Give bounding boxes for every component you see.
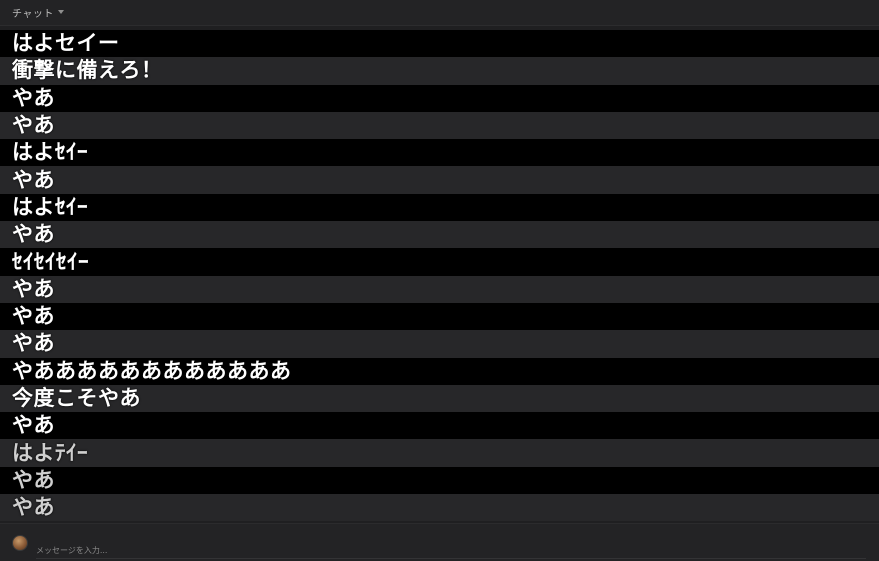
message-text: やあ xyxy=(12,222,55,247)
message-row: やあ xyxy=(0,302,879,331)
message-row: はよﾃｲｰ xyxy=(0,439,879,467)
message-row: はよｾｲｰ xyxy=(0,193,879,222)
message-row: はよセイー xyxy=(0,30,879,58)
message-row: やあ xyxy=(0,275,879,303)
chat-window: チャット はよセイー 衝撃に備えろ！ やあ やあ はよｾｲｰ やあ はよｾｲｰ … xyxy=(0,0,879,561)
message-row: やあ xyxy=(0,84,879,112)
message-text: やあ xyxy=(12,331,55,356)
message-list[interactable]: はよセイー 衝撃に備えろ！ やあ やあ はよｾｲｰ やあ はよｾｲｰ やあ ｾｲ… xyxy=(0,30,879,522)
message-row: やあ xyxy=(0,221,879,249)
message-row: ｾｲｾｲｾｲｰ xyxy=(0,248,879,276)
avatar[interactable] xyxy=(12,535,28,551)
chevron-down-icon xyxy=(57,10,64,14)
message-text: やあ xyxy=(12,413,55,438)
message-text: やあ xyxy=(12,495,55,520)
message-text: やああああああああああああ xyxy=(12,358,292,383)
message-row: やあ xyxy=(0,494,879,522)
message-text: やあ xyxy=(12,167,55,192)
chat-tab-dropdown[interactable]: チャット xyxy=(12,4,64,20)
message-text: 今度こそやあ xyxy=(12,386,141,410)
message-row: やあ xyxy=(0,111,879,140)
message-row: やあ xyxy=(0,412,879,440)
message-text: 衝撃に備えろ！ xyxy=(12,58,163,83)
chat-header: チャット xyxy=(0,0,879,26)
message-text: はよｾｲｰ xyxy=(12,194,88,219)
message-row: やああああああああああああ xyxy=(0,357,879,385)
message-text: はよｾｲｰ xyxy=(12,140,88,165)
message-text: やあ xyxy=(12,113,55,138)
chat-footer xyxy=(0,523,879,561)
message-row: やあ xyxy=(0,166,879,194)
message-text: やあ xyxy=(12,276,55,301)
chat-tab-label: チャット xyxy=(12,8,54,20)
message-text: ｾｲｾｲｾｲｰ xyxy=(12,249,89,274)
message-row: 今度こそやあ xyxy=(0,384,879,413)
message-input[interactable] xyxy=(36,542,856,558)
message-text: やあ xyxy=(12,467,55,492)
message-text: はよセイー xyxy=(12,31,120,56)
message-text: やあ xyxy=(12,85,55,110)
message-text: はよﾃｲｰ xyxy=(12,440,88,465)
message-row: やあ xyxy=(0,330,879,358)
message-text: やあ xyxy=(12,304,55,329)
input-underline xyxy=(36,558,866,559)
message-row: やあ xyxy=(0,466,879,495)
message-row: 衝撃に備えろ！ xyxy=(0,57,879,85)
message-row: はよｾｲｰ xyxy=(0,139,879,167)
